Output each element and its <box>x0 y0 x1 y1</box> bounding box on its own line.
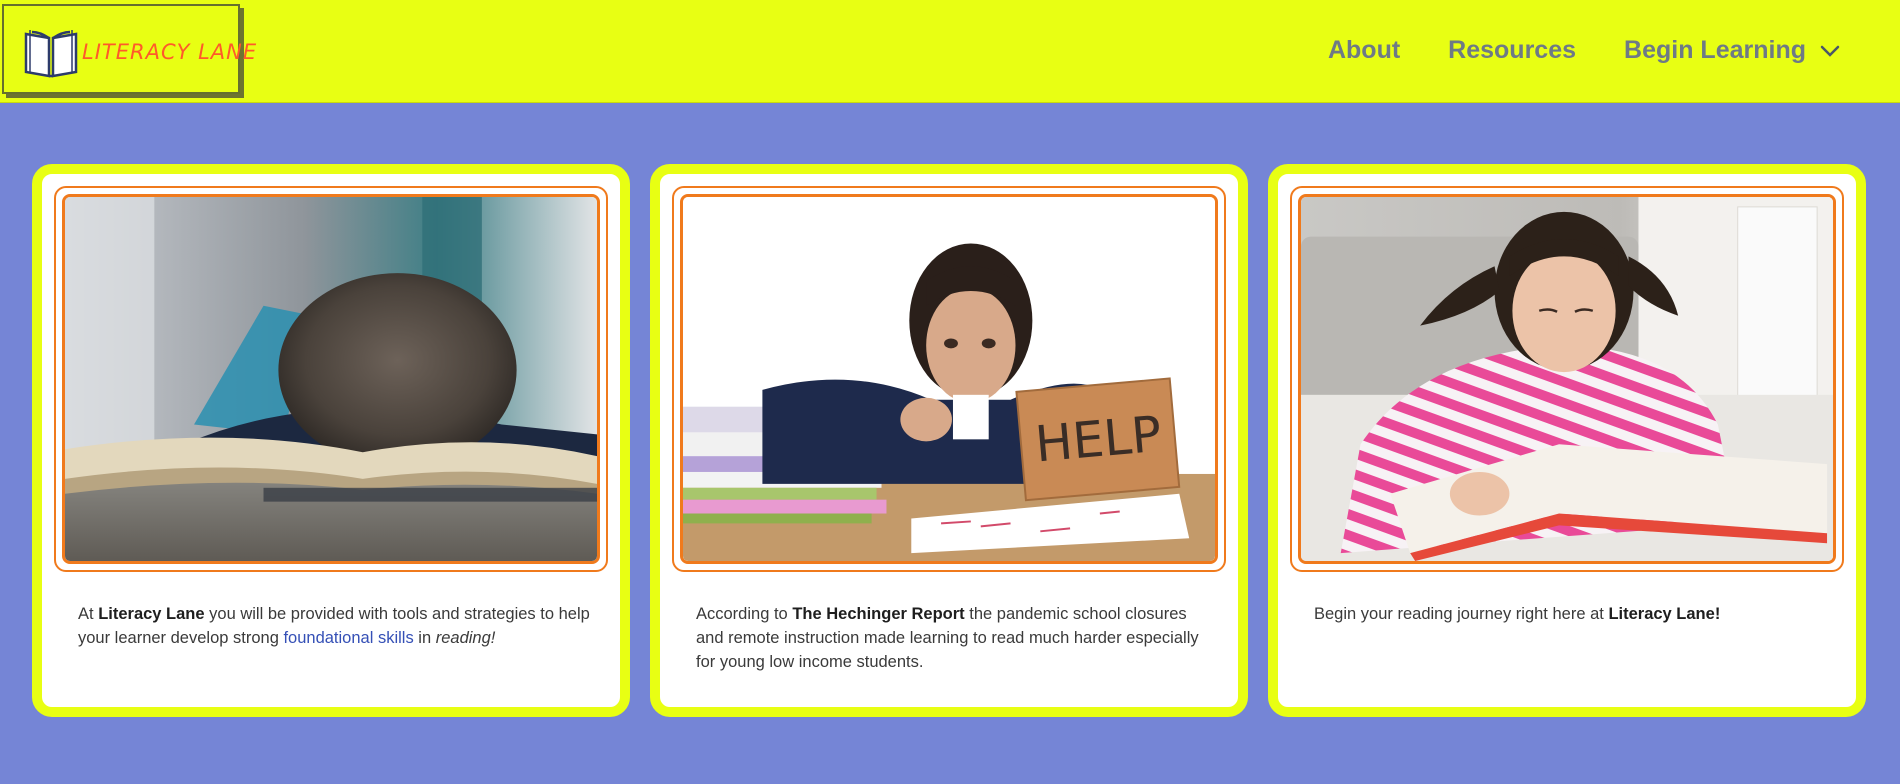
boy-asleep-on-book-photo <box>65 197 597 561</box>
main-nav: About Resources Begin Learning <box>1280 36 1840 65</box>
image-frame: HELP <box>672 186 1226 572</box>
image-frame <box>54 186 608 572</box>
girl-holding-help-sign-photo: HELP <box>683 197 1215 561</box>
image-frame <box>1290 186 1844 572</box>
nav-resources[interactable]: Resources <box>1448 36 1576 65</box>
girl-reading-book-photo <box>1301 197 1833 561</box>
card-text: Begin your reading journey right here at… <box>1314 605 1721 623</box>
logo-text: LITERACY LANE <box>82 40 258 64</box>
nav-begin-learning-label: Begin Learning <box>1624 36 1806 64</box>
card-begin-journey: Begin your reading journey right here at… <box>1268 164 1866 717</box>
foundational-skills-link[interactable]: foundational skills <box>283 629 413 647</box>
card-foundational-skills: At Literacy Lane you will be provided wi… <box>32 164 630 717</box>
card-text: At Literacy Lane you will be provided wi… <box>78 605 590 647</box>
open-book-icon <box>24 30 78 78</box>
brand-mention: Literacy Lane <box>98 605 205 623</box>
logo[interactable]: LITERACY LANE <box>2 4 256 94</box>
nav-begin-learning[interactable]: Begin Learning <box>1624 36 1840 65</box>
nav-about[interactable]: About <box>1328 36 1400 65</box>
card-hechinger-report: HELP According to The Hechinger Report t… <box>650 164 1248 717</box>
chevron-down-icon <box>1820 45 1840 57</box>
card-text: According to The Hechinger Report the pa… <box>696 605 1199 671</box>
site-header: LITERACY LANE About Resources Begin Lear… <box>0 0 1900 103</box>
source-mention: The Hechinger Report <box>792 605 965 623</box>
help-sign-text: HELP <box>1033 405 1164 474</box>
brand-mention: Literacy Lane! <box>1608 605 1721 623</box>
